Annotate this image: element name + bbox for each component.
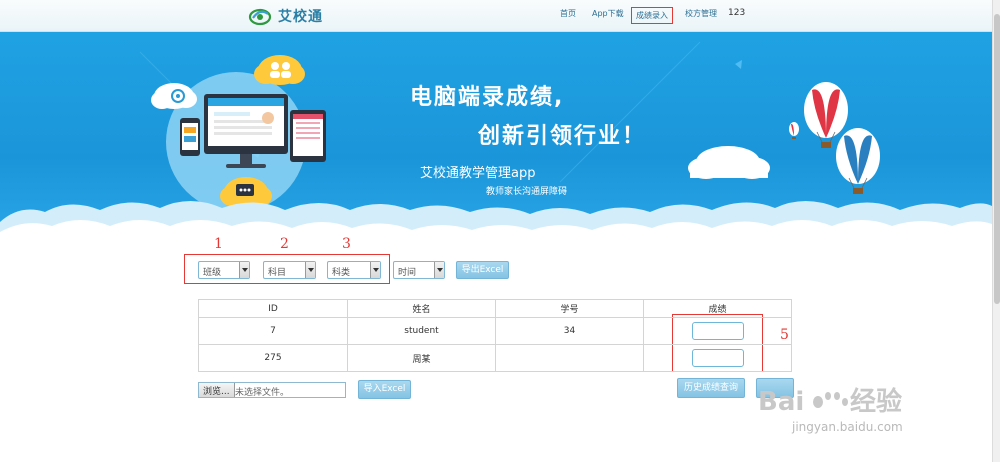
column-header-id: ID — [198, 299, 348, 318]
banner-subtitle-2: 教师家长沟通屏障碍 — [486, 187, 568, 197]
annotation-number-1: 1 — [214, 236, 223, 252]
logo-icon — [248, 6, 272, 26]
chevron-down-icon — [434, 262, 444, 278]
svg-text:Bai: Bai — [758, 387, 804, 417]
file-upload-field[interactable]: 浏览... 未选择文件。 — [198, 382, 346, 398]
score-input[interactable] — [691, 349, 744, 367]
chevron-down-icon — [305, 262, 315, 278]
column-header-student-no: 学号 — [495, 299, 644, 318]
cell-name: student — [347, 317, 496, 345]
cell-id: 7 — [198, 317, 348, 345]
history-score-query-button[interactable]: 历史成绩查询 — [677, 378, 745, 398]
paw-icon — [813, 392, 848, 408]
nav-school-manage-link[interactable]: 校方管理 — [685, 8, 717, 19]
export-excel-button[interactable]: 导出Excel — [456, 261, 509, 279]
score-table: ID 姓名 学号 成绩 7 student 34 275 周某 — [198, 299, 792, 372]
balloon-blue-icon — [836, 128, 880, 194]
chevron-down-icon — [239, 262, 249, 278]
time-select[interactable]: 时间 — [393, 261, 445, 279]
score-input[interactable] — [691, 322, 744, 340]
class-select[interactable]: 班级 — [198, 261, 250, 279]
cell-id: 275 — [198, 344, 348, 372]
nav-app-download-link[interactable]: App下载 — [592, 8, 624, 19]
table-row: 7 student 34 — [198, 317, 792, 345]
annotation-number-2: 2 — [280, 236, 289, 252]
table-header-row: ID 姓名 学号 成绩 — [198, 299, 792, 318]
import-excel-button[interactable]: 导入Excel — [358, 380, 411, 399]
balloon-small-icon — [789, 122, 799, 139]
banner-headline-2: 创新引领行业！ — [478, 124, 647, 149]
cloud-right-decoration — [688, 146, 770, 179]
cell-name: 周某 — [347, 344, 496, 372]
top-navigation-bar: 艾校通 首页 App下载 成绩录入 校方管理 123 — [0, 0, 992, 32]
user-name[interactable]: 123 — [728, 8, 745, 18]
cell-student-no: 34 — [495, 317, 644, 345]
column-header-score: 成绩 — [643, 299, 792, 318]
vertical-scrollbar[interactable] — [992, 0, 1000, 462]
svg-text:经验: 经验 — [850, 386, 902, 417]
cell-student-no — [495, 344, 644, 372]
page: 艾校通 首页 App下载 成绩录入 校方管理 123 电脑端录成绩, 创新引领行… — [0, 0, 1000, 462]
time-select-value: 时间 — [398, 268, 417, 278]
hero-banner: 电脑端录成绩, 创新引领行业！ 艾校通教学管理app 教师家长沟通屏障碍 — [0, 32, 992, 242]
subject-select[interactable]: 科目 — [263, 261, 316, 279]
column-header-name: 姓名 — [347, 299, 496, 318]
tablet-illustration — [290, 110, 326, 162]
cell-score — [643, 317, 792, 345]
phone-illustration — [180, 118, 200, 156]
banner-headline-1: 电脑端录成绩, — [410, 85, 565, 110]
baidu-watermark-url: jingyan.baidu.com — [792, 420, 903, 434]
browse-button[interactable]: 浏览... — [199, 383, 235, 397]
nav-home-link[interactable]: 首页 — [560, 8, 576, 19]
cell-score — [643, 344, 792, 372]
file-status-text: 未选择文件。 — [235, 388, 290, 398]
category-select[interactable]: 科类 — [327, 261, 381, 279]
table-row: 275 周某 — [198, 344, 792, 372]
subject-select-value: 科目 — [268, 268, 287, 278]
annotation-number-3: 3 — [342, 236, 351, 252]
class-select-value: 班级 — [203, 268, 222, 278]
cloud-people-icon — [254, 55, 305, 85]
scrollbar-thumb[interactable] — [994, 14, 1000, 304]
nav-grade-entry-link[interactable]: 成绩录入 — [631, 7, 673, 24]
chevron-down-icon — [370, 262, 380, 278]
banner-subtitle-1: 艾校通教学管理app — [420, 166, 536, 181]
brand-logo[interactable]: 艾校通 — [248, 6, 323, 26]
category-select-value: 科类 — [332, 268, 351, 278]
brand-name: 艾校通 — [278, 9, 323, 25]
cloud-gear-icon — [151, 83, 197, 109]
